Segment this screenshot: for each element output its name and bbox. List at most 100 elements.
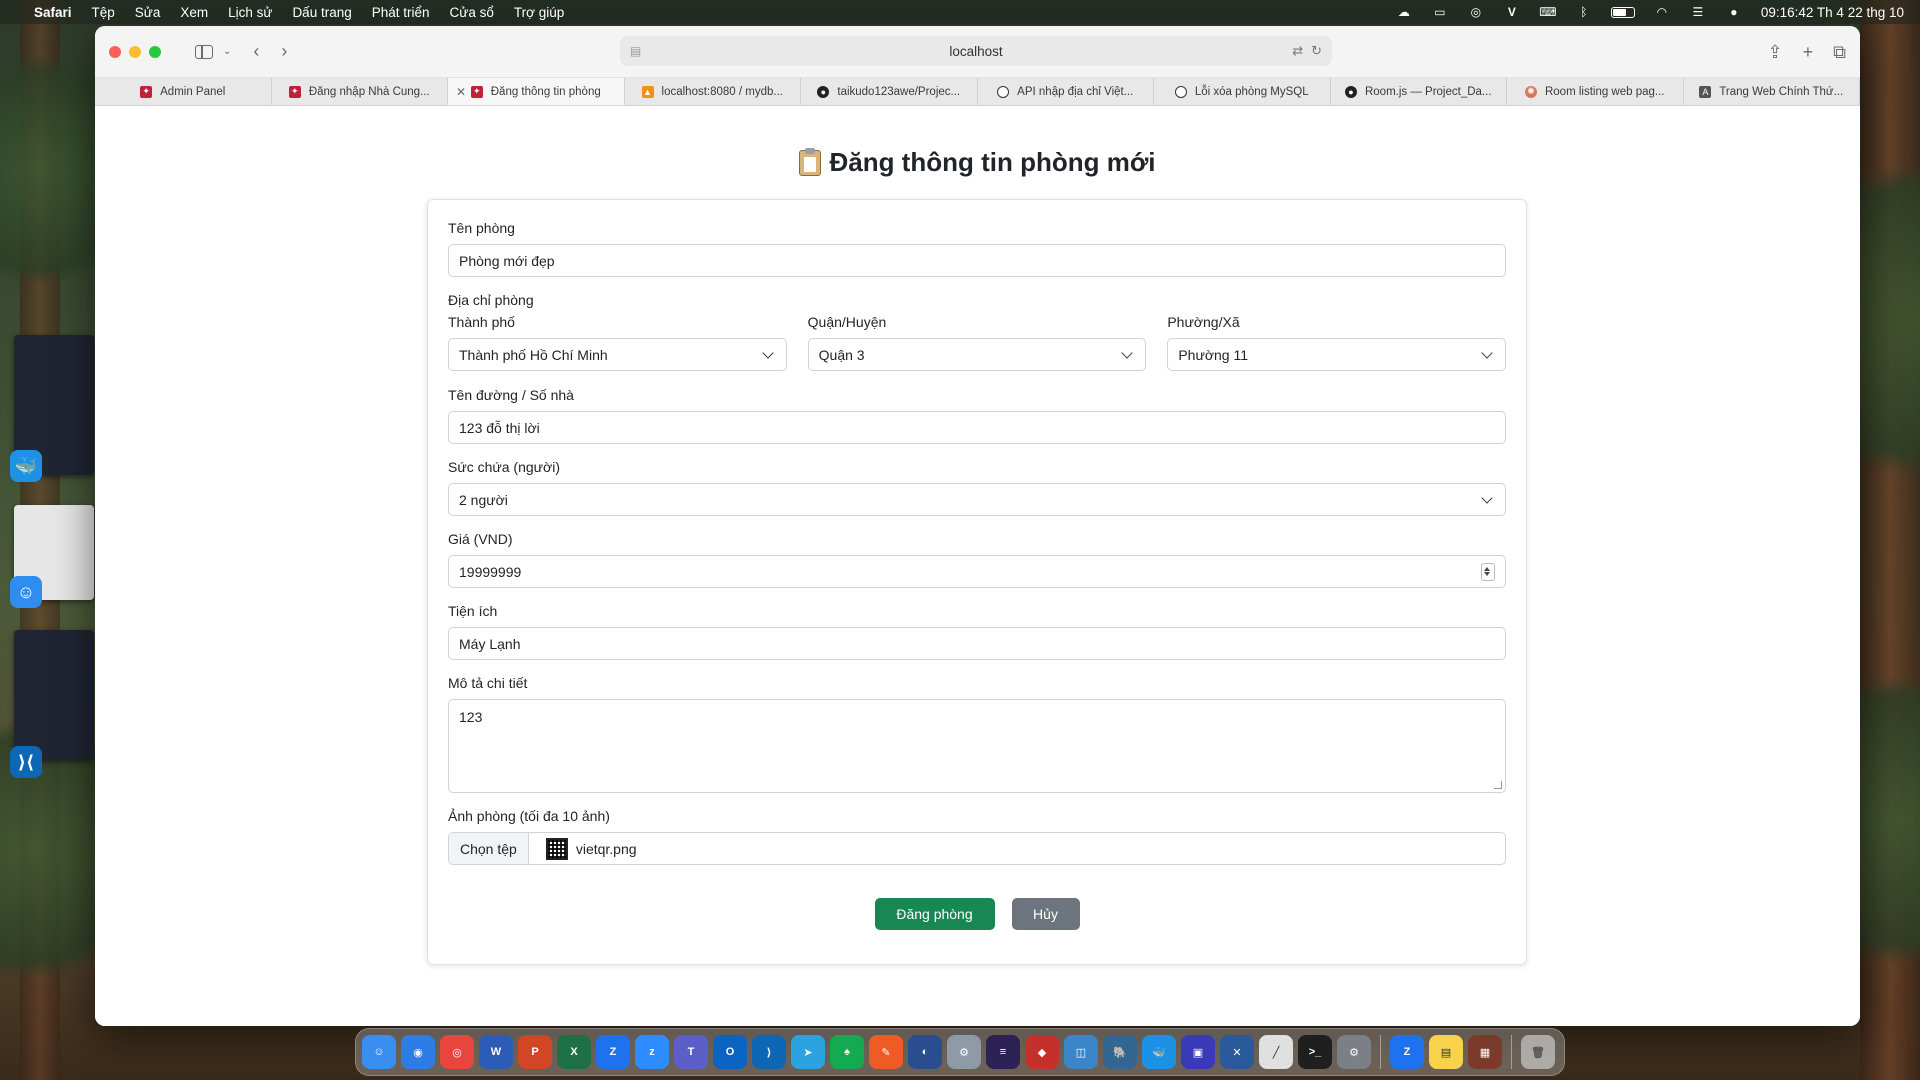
settings-app-icon[interactable]: ⚙ — [947, 1035, 981, 1069]
battery-icon[interactable] — [1610, 6, 1635, 18]
minimize-window-button[interactable] — [129, 45, 141, 58]
price-input-value: 19999999 — [459, 563, 522, 580]
word-icon[interactable]: W — [479, 1035, 513, 1069]
menu-app-name[interactable]: Safari — [34, 5, 72, 20]
eclipse-icon[interactable]: ≡ — [986, 1035, 1020, 1069]
tab-overview-icon[interactable]: ⧉ — [1833, 42, 1846, 63]
tab-admin-panel[interactable]: ✦ Admin Panel — [95, 78, 272, 105]
fullscreen-window-button[interactable] — [149, 45, 161, 58]
finder-icon[interactable]: ☺ — [362, 1035, 396, 1069]
share-icon[interactable]: ⇪ — [1768, 42, 1783, 63]
tab-api-address[interactable]: API nhập địa chỉ Việt... — [978, 78, 1154, 105]
vscode-icon[interactable]: ⟩⟨ — [10, 746, 42, 778]
github-icon: ● — [1344, 85, 1357, 98]
ward-select[interactable]: Phường 11 — [1167, 338, 1507, 371]
menu-help[interactable]: Trợ giúp — [514, 5, 564, 20]
images-file-input[interactable]: Chọn tệp vietqr.png — [448, 832, 1506, 865]
trash-icon[interactable]: 🗑 — [1521, 1035, 1555, 1069]
docker-icon[interactable]: 🐳 — [10, 450, 42, 482]
vscode-icon[interactable]: ⟩ — [752, 1035, 786, 1069]
wifi-icon[interactable]: ◠ — [1653, 5, 1671, 19]
menu-edit[interactable]: Sửa — [135, 5, 161, 20]
back-button[interactable]: ‹ — [253, 41, 259, 62]
tab-room-listing[interactable]: ✺ Room listing web pag... — [1507, 78, 1684, 105]
menu-file[interactable]: Tệp — [92, 5, 115, 20]
reload-icon[interactable]: ↻ — [1311, 43, 1322, 59]
forward-button[interactable]: › — [281, 41, 287, 62]
close-window-button[interactable] — [109, 45, 121, 58]
zalo-icon[interactable]: Z — [596, 1035, 630, 1069]
menu-history[interactable]: Lịch sử — [228, 5, 272, 20]
tab-supplier-login[interactable]: ✦ Đăng nhập Nhà Cung... — [272, 78, 448, 105]
street-input[interactable]: 123 đỗ thị lời — [448, 411, 1506, 444]
app-icon[interactable]: ╱ — [1259, 1035, 1293, 1069]
outlook-icon[interactable]: O — [713, 1035, 747, 1069]
resize-handle-icon[interactable] — [1494, 781, 1502, 789]
zalo-icon[interactable]: Z — [1390, 1035, 1424, 1069]
safari-icon[interactable]: ◉ — [401, 1035, 435, 1069]
city-label: Thành phố — [448, 314, 515, 330]
notes-icon[interactable]: ▤ — [1429, 1035, 1463, 1069]
district-select[interactable]: Quận 3 — [807, 338, 1147, 371]
menu-develop[interactable]: Phát triển — [372, 5, 430, 20]
display-icon[interactable]: ▭ — [1431, 5, 1449, 19]
control-center-icon[interactable]: ☰ — [1689, 5, 1707, 19]
selected-file-name: vietqr.png — [575, 840, 637, 857]
stepper-up-icon[interactable] — [1484, 567, 1490, 571]
app-icon[interactable]: ◐ — [908, 1035, 942, 1069]
tab-room-post[interactable]: ✕ ✦ Đăng thông tin phòng — [448, 78, 625, 105]
app-icon[interactable]: ▦ — [1468, 1035, 1502, 1069]
sidebar-toggle-button[interactable]: ⌄ — [195, 44, 231, 59]
desktop-window-thumbnail[interactable] — [14, 630, 94, 760]
capacity-select[interactable]: 2 người — [448, 483, 1506, 516]
new-tab-icon[interactable]: + — [1803, 42, 1814, 63]
price-input[interactable]: 19999999 — [448, 555, 1506, 588]
submit-room-button[interactable]: Đăng phòng — [874, 898, 995, 930]
tab-official-site[interactable]: A Trang Web Chính Thứ... — [1684, 78, 1860, 105]
zoom-icon[interactable]: z — [635, 1035, 669, 1069]
tab-mysql-error[interactable]: Lỗi xóa phòng MySQL — [1154, 78, 1331, 105]
chrome-icon[interactable]: ◎ — [440, 1035, 474, 1069]
postgres-icon[interactable]: 🐘 — [1103, 1035, 1137, 1069]
address-bar[interactable]: ▤ localhost ⇄ ↻ — [620, 36, 1332, 66]
room-name-input[interactable]: Phòng mới đẹp — [448, 244, 1506, 277]
menu-view[interactable]: Xem — [180, 5, 208, 20]
city-select[interactable]: Thành phố Hồ Chí Minh — [448, 338, 787, 371]
weather-icon[interactable]: ☁ — [1395, 5, 1413, 19]
tab-github-project[interactable]: ● taikudo123awe/Projec... — [801, 78, 978, 105]
choose-file-button[interactable]: Chọn tệp — [449, 833, 529, 864]
translate-icon[interactable]: ⇄ — [1292, 43, 1303, 59]
finder-icon[interactable]: ☺ — [10, 576, 42, 608]
menu-window[interactable]: Cửa sổ — [450, 5, 494, 20]
app-icon[interactable]: ◫ — [1064, 1035, 1098, 1069]
redis-icon[interactable]: ◆ — [1025, 1035, 1059, 1069]
description-textarea[interactable]: 123 — [448, 699, 1506, 793]
app-icon[interactable]: ▣ — [1181, 1035, 1215, 1069]
menubar-clock[interactable]: 09:16:42 Th 4 22 thg 10 — [1761, 5, 1904, 20]
postman-icon[interactable]: ✎ — [869, 1035, 903, 1069]
number-stepper[interactable] — [1481, 562, 1495, 581]
v-app-icon[interactable]: V — [1503, 5, 1521, 19]
siri-icon[interactable]: ● — [1725, 5, 1743, 19]
cancel-button[interactable]: Hủy — [1011, 898, 1080, 930]
teams-icon[interactable]: T — [674, 1035, 708, 1069]
close-tab-icon[interactable]: ✕ — [456, 85, 466, 99]
telegram-icon[interactable]: ➤ — [791, 1035, 825, 1069]
mongodb-icon[interactable]: ♠ — [830, 1035, 864, 1069]
tab-room-js[interactable]: ● Room.js — Project_Da... — [1331, 78, 1507, 105]
keyboard-icon[interactable]: ⌨ — [1539, 5, 1557, 19]
excel-icon[interactable]: X — [557, 1035, 591, 1069]
amenities-input[interactable]: Máy Lạnh — [448, 627, 1506, 660]
terminal-icon[interactable]: >_ — [1298, 1035, 1332, 1069]
tab-phpmyadmin[interactable]: ▲ localhost:8080 / mydb... — [625, 78, 801, 105]
bluetooth-icon[interactable]: ᛒ — [1575, 5, 1593, 19]
stepper-down-icon[interactable] — [1484, 572, 1490, 576]
phpmyadmin-icon: ▲ — [641, 85, 654, 98]
tab-label: API nhập địa chỉ Việt... — [1017, 85, 1134, 98]
app-icon[interactable]: ✕ — [1220, 1035, 1254, 1069]
docker-icon[interactable]: 🐳 — [1142, 1035, 1176, 1069]
menu-bookmarks[interactable]: Dấu trang — [292, 5, 351, 20]
system-settings-icon[interactable]: ⚙ — [1337, 1035, 1371, 1069]
airplay-icon[interactable]: ◎ — [1467, 5, 1485, 19]
powerpoint-icon[interactable]: P — [518, 1035, 552, 1069]
